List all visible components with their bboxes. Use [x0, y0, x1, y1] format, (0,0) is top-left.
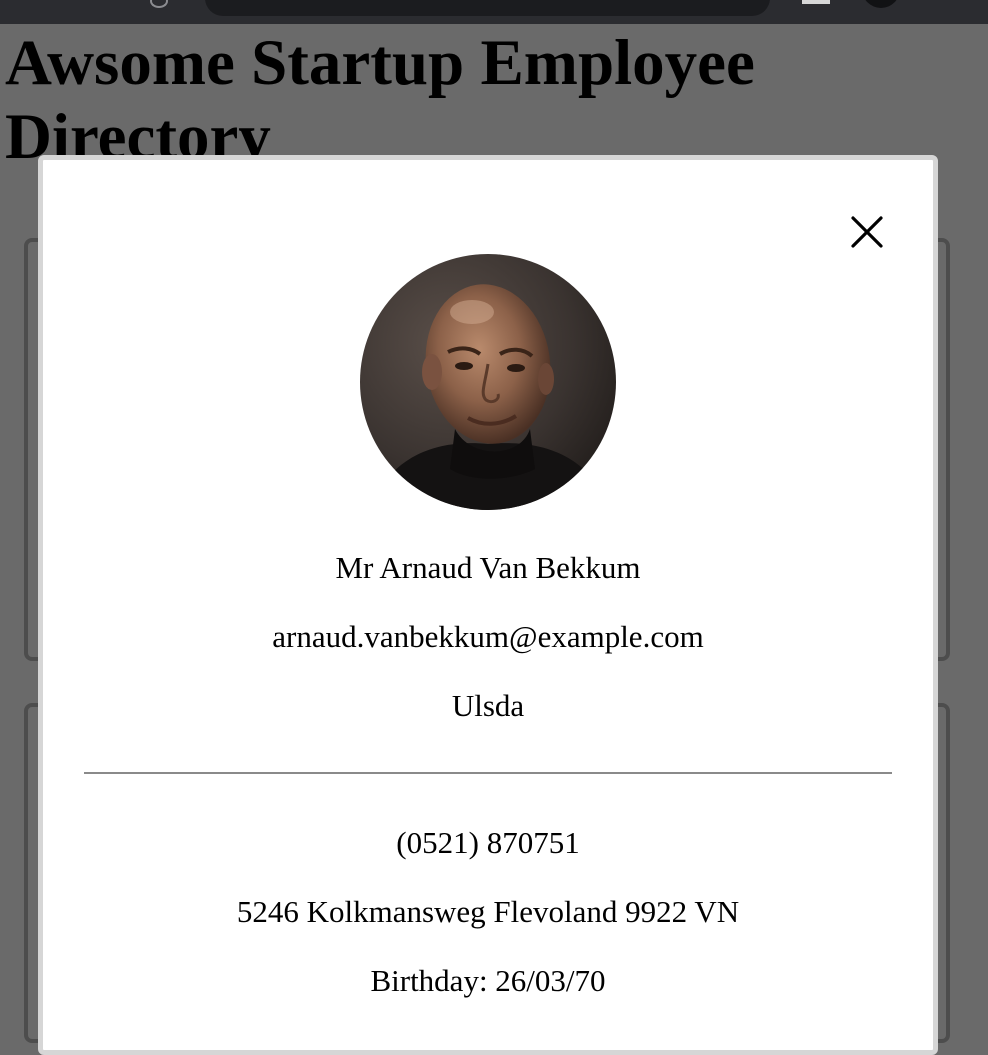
employee-city: Ulsda: [451, 688, 525, 723]
address-bar[interactable]: [205, 0, 770, 16]
reload-icon[interactable]: [150, 0, 168, 8]
employee-name: Mr Arnaud Van Bekkum: [335, 550, 641, 585]
divider: [84, 772, 892, 774]
employee-address: 5246 Kolkmansweg Flevoland 9922 VN: [236, 894, 740, 929]
close-button[interactable]: [850, 215, 884, 249]
employee-phone: (0521) 870751: [396, 825, 580, 860]
employee-email: arnaud.vanbekkum@example.com: [272, 619, 704, 654]
page-title: Awsome Startup Employee Directory: [5, 27, 755, 173]
extension-icon[interactable]: [802, 0, 830, 4]
close-icon: [851, 216, 883, 248]
employee-photo: [360, 254, 616, 510]
employee-birthday: Birthday: 26/03/70: [370, 963, 606, 998]
employee-modal: Mr Arnaud Van Bekkum arnaud.vanbekkum@ex…: [38, 155, 938, 1055]
profile-avatar[interactable]: [862, 0, 900, 8]
browser-toolbar: [0, 0, 988, 24]
